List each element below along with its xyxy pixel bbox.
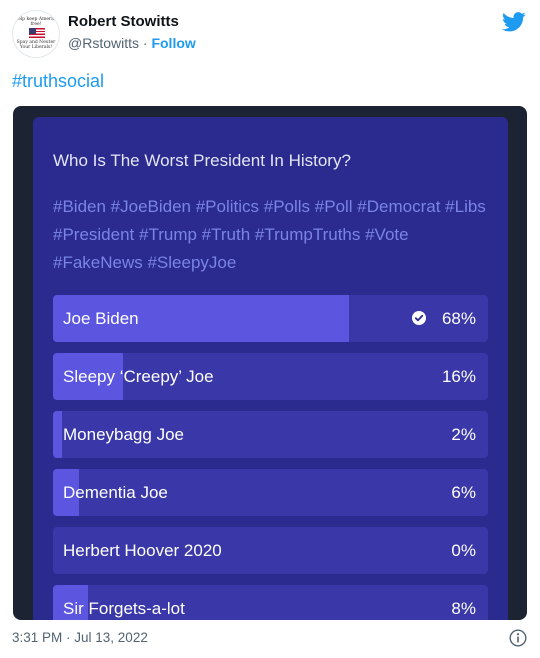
poll-option[interactable]: Moneybagg Joe 2% (53, 411, 488, 458)
avatar-caption-bottom: Spay and Neuter Your Liberals! (16, 40, 56, 50)
tweet-timestamp[interactable]: 3:31 PM · Jul 13, 2022 (12, 630, 148, 645)
poll-question: Who Is The Worst President In History? (53, 151, 351, 170)
poll-option[interactable]: Sleepy ‘Creepy’ Joe 16% (53, 353, 488, 400)
check-circle-icon (412, 311, 426, 325)
poll-option[interactable]: Dementia Joe 6% (53, 469, 488, 516)
poll-option-label: Herbert Hoover 2020 (63, 541, 222, 560)
author-handle-row: @Rstowitts · Follow (68, 35, 196, 51)
poll-option-label: Joe Biden (63, 309, 139, 328)
poll-option-percent: 68% (441, 309, 476, 328)
separator-dot: · (142, 35, 148, 51)
info-icon[interactable] (509, 629, 527, 647)
tweet-media[interactable]: Who Is The Worst President In History? #… (13, 106, 527, 620)
avatar[interactable]: Help keep America free! Spay and Neuter … (12, 10, 60, 58)
twitter-bird-icon[interactable] (502, 12, 526, 32)
poll-option-percent: 0% (451, 541, 476, 560)
poll-card: Who Is The Worst President In History? #… (33, 117, 508, 620)
poll-option-percent: 6% (451, 483, 476, 502)
poll-option-label: Sleepy ‘Creepy’ Joe (63, 367, 214, 386)
poll-option[interactable]: Joe Biden 68% (53, 295, 488, 342)
follow-button[interactable]: Follow (151, 35, 195, 51)
us-flag-icon (29, 28, 45, 38)
poll-option-label: Moneybagg Joe (63, 425, 184, 444)
tweet-embed: Help keep America free! Spay and Neuter … (0, 0, 540, 658)
poll-option-percent: 8% (451, 599, 476, 618)
poll-option-label: Sir Forgets-a-lot (63, 599, 185, 618)
poll-option-label: Dementia Joe (63, 483, 168, 502)
poll-option-percent: 16% (441, 367, 476, 386)
author-name[interactable]: Robert Stowitts (68, 13, 179, 30)
author-handle[interactable]: @Rstowitts (68, 35, 139, 51)
poll-hashtags: #Biden #JoeBiden #Politics #Polls #Poll … (53, 197, 486, 272)
poll-option-percent: 2% (451, 425, 476, 444)
poll-option[interactable]: Herbert Hoover 2020 0% (53, 527, 488, 574)
poll-option[interactable]: Sir Forgets-a-lot 8% (53, 585, 488, 620)
avatar-caption-top: Help keep America free! (14, 17, 58, 27)
poll-option-fill (53, 411, 62, 458)
hashtag-link[interactable]: #truthsocial (12, 71, 104, 92)
